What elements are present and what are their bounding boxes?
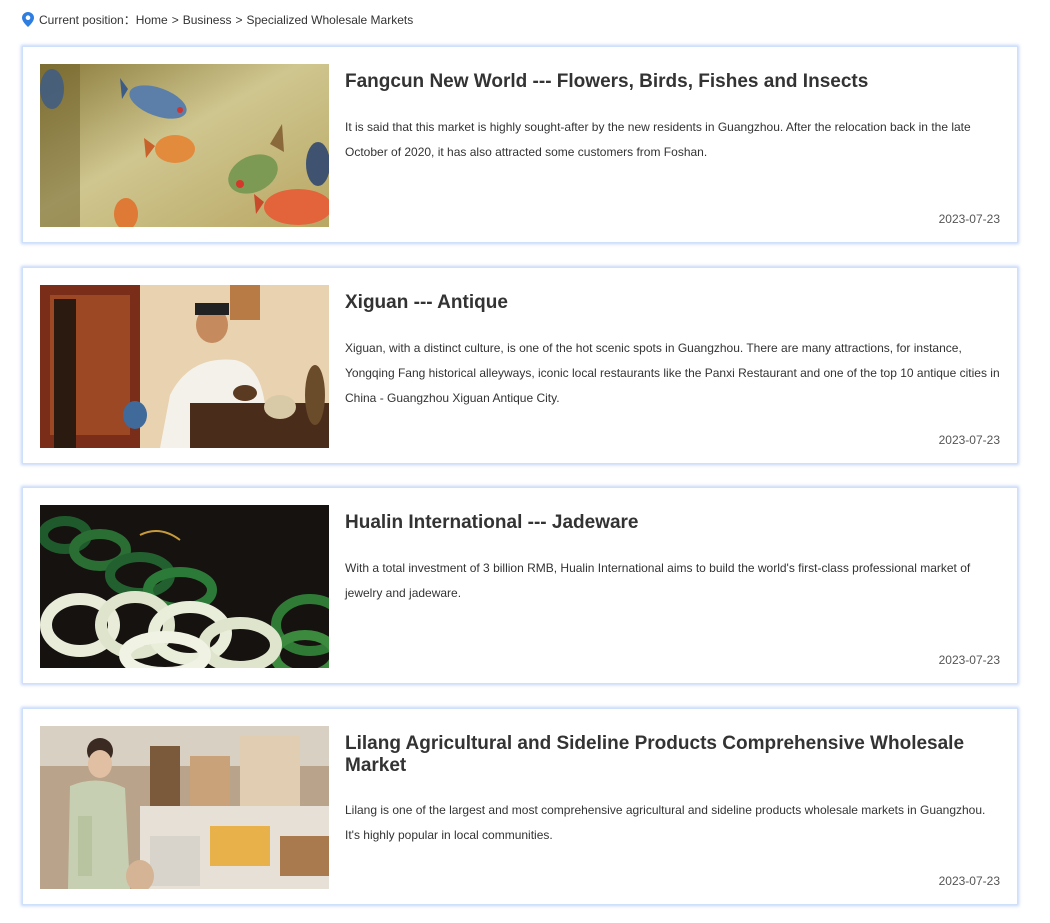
article-card[interactable]: Xiguan --- Antique Xiguan, with a distin… bbox=[22, 267, 1018, 464]
breadcrumb-home-link[interactable]: Home bbox=[136, 13, 168, 27]
article-card[interactable]: Lilang Agricultural and Sideline Product… bbox=[22, 708, 1018, 905]
breadcrumb-separator: > bbox=[235, 12, 243, 27]
antique-shop-image bbox=[40, 285, 329, 448]
article-date: 2023-07-23 bbox=[938, 874, 1000, 888]
article-card[interactable]: Hualin International --- Jadeware With a… bbox=[22, 487, 1018, 684]
article-thumbnail-antique[interactable] bbox=[40, 285, 329, 448]
article-card[interactable]: Fangcun New World --- Flowers, Birds, Fi… bbox=[22, 46, 1018, 243]
breadcrumb-separator: > bbox=[171, 12, 179, 27]
article-date: 2023-07-23 bbox=[938, 653, 1000, 667]
article-description: With a total investment of 3 billion RMB… bbox=[345, 561, 971, 600]
article-description: Lilang is one of the largest and most co… bbox=[345, 803, 986, 842]
breadcrumb-label: Current position： bbox=[39, 13, 136, 27]
article-title[interactable]: Hualin International --- Jadeware bbox=[345, 512, 995, 534]
article-thumbnail-market[interactable] bbox=[40, 726, 329, 889]
wholesale-market-image bbox=[40, 726, 329, 889]
location-pin-icon bbox=[22, 12, 34, 27]
jade-bangles-image bbox=[40, 505, 329, 668]
breadcrumb-business-link[interactable]: Business bbox=[183, 13, 232, 27]
article-date: 2023-07-23 bbox=[938, 212, 1000, 226]
article-description: Xiguan, with a distinct culture, is one … bbox=[345, 341, 1000, 405]
article-description: It is said that this market is highly so… bbox=[345, 120, 971, 159]
article-title[interactable]: Fangcun New World --- Flowers, Birds, Fi… bbox=[345, 71, 995, 93]
article-title[interactable]: Xiguan --- Antique bbox=[345, 292, 995, 314]
breadcrumb-current: Specialized Wholesale Markets bbox=[246, 12, 414, 27]
fish-aquarium-image bbox=[40, 64, 329, 227]
article-thumbnail-fish[interactable] bbox=[40, 64, 329, 227]
breadcrumb: Current position： Home > Business > Spec… bbox=[22, 11, 413, 28]
article-title[interactable]: Lilang Agricultural and Sideline Product… bbox=[345, 733, 995, 777]
article-thumbnail-jadeware[interactable] bbox=[40, 505, 329, 668]
article-date: 2023-07-23 bbox=[938, 433, 1000, 447]
